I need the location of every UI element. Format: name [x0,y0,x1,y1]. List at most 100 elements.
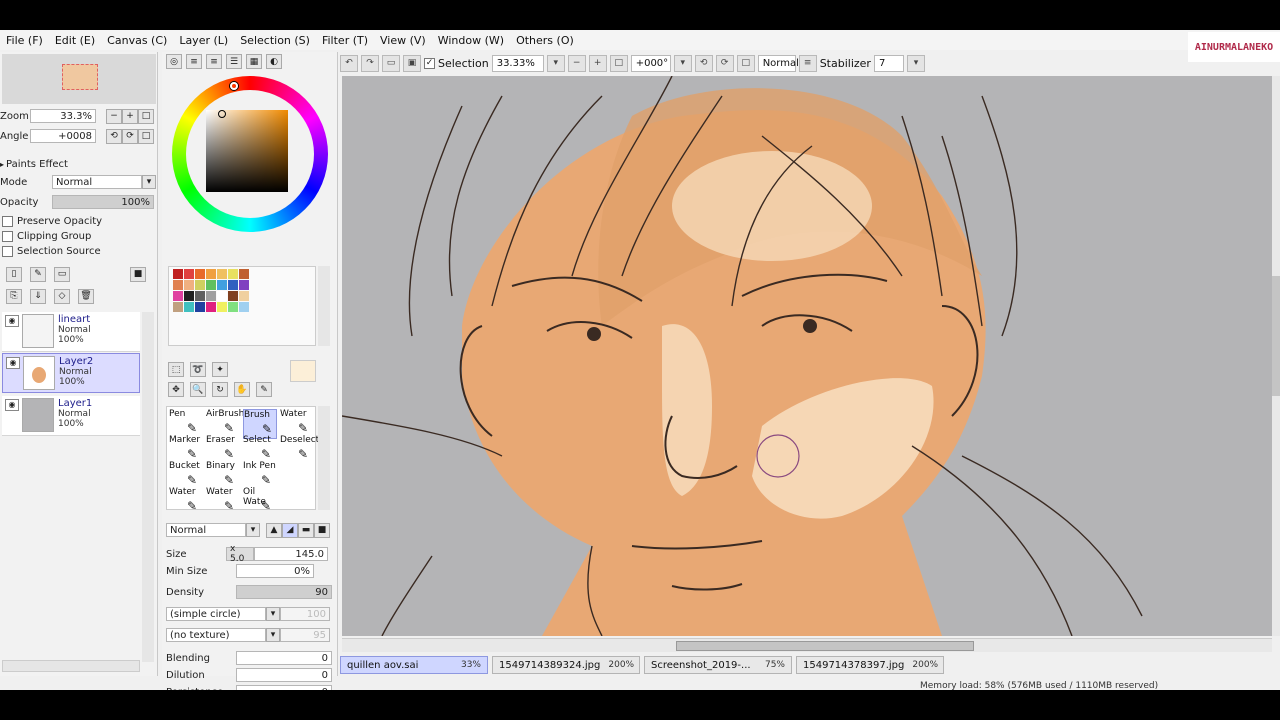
texture-dropdown-icon[interactable]: ▾ [266,628,280,642]
blending-slider[interactable]: 0 [236,651,332,665]
color-picker-handle[interactable] [218,110,226,118]
color-swatch[interactable] [228,280,238,290]
menu-file[interactable]: File (F) [0,34,49,47]
color-swatch[interactable] [184,269,194,279]
invert-selection-icon[interactable]: ▣ [403,54,421,72]
copy-layer-icon[interactable]: ⎘ [6,288,22,304]
new-linework-layer-icon[interactable]: ✎ [30,266,46,282]
menu-selection[interactable]: Selection (S) [234,34,316,47]
tab-screenshot[interactable]: Screenshot_2019-... 75% [644,656,792,674]
shape-amount[interactable]: 100 [280,607,330,621]
rect-select-icon[interactable]: ⬚ [168,362,184,377]
hand-icon[interactable]: ✋ [234,382,250,397]
zoom-reset-icon[interactable]: □ [609,54,628,72]
layer-lineart[interactable]: ◉ lineart Normal 100% [2,312,140,352]
color-swatch[interactable] [173,302,183,312]
angle-dropdown-icon[interactable]: ▾ [673,54,692,72]
layer-menu-icon[interactable]: ■ [130,266,146,282]
saturation-value-square[interactable] [206,110,288,192]
stabilizer-dropdown-icon[interactable]: ▾ [906,54,925,72]
hue-handle[interactable] [230,82,238,90]
menu-view[interactable]: View (V) [374,34,432,47]
brush-tool-oil-wate[interactable]: Oil Wate ✎ [243,487,277,517]
menu-others[interactable]: Others (O) [510,34,580,47]
color-swatch[interactable] [195,269,205,279]
vertical-scroll-thumb[interactable] [1272,276,1280,396]
color-swatch[interactable] [239,302,249,312]
min-size-slider[interactable]: 0% [236,564,314,578]
mode-dropdown-icon[interactable]: ▾ [142,175,156,189]
zoom-plus-icon[interactable]: + [122,108,138,124]
color-swatch[interactable] [195,291,205,301]
magic-wand-icon[interactable]: ✦ [212,362,228,377]
color-swatch[interactable] [173,280,183,290]
color-swatch[interactable] [228,302,238,312]
brush-grid-scrollbar[interactable] [318,406,330,510]
shape-dropdown-icon[interactable]: ▾ [266,607,280,621]
deselect-icon[interactable]: ▭ [382,54,400,72]
layer-list-scrollbar[interactable] [142,312,154,662]
mixer-tab-icon[interactable]: ☰ [226,54,242,69]
opacity-slider[interactable]: 100% [52,195,154,209]
color-swatch[interactable] [173,269,183,279]
menu-edit[interactable]: Edit (E) [49,34,101,47]
hsv-slider-tab-icon[interactable]: ≡ [206,54,222,69]
zoom-select[interactable]: 33.33% [491,54,544,72]
color-swatch[interactable] [184,280,194,290]
scratchpad-tab-icon[interactable]: ◐ [266,54,282,69]
merge-down-icon[interactable]: ⇓ [30,288,46,304]
zoom-fit-icon[interactable]: □ [138,108,154,124]
stabilizer-select[interactable]: 7 [873,54,904,72]
rotate-reset-icon[interactable]: □ [736,54,755,72]
color-swatch[interactable] [217,269,227,279]
move-icon[interactable]: ✥ [168,382,184,397]
color-swatch[interactable] [195,302,205,312]
texture-amount[interactable]: 95 [280,628,330,642]
size-slider[interactable]: 145.0 [254,547,328,561]
color-swatch[interactable] [239,291,249,301]
color-swatch[interactable] [217,291,227,301]
canvas-vertical-scrollbar[interactable] [1272,76,1280,636]
zoom-tool-icon[interactable]: 🔍 [190,382,206,397]
menu-canvas[interactable]: Canvas (C) [101,34,173,47]
color-swatch[interactable] [228,269,238,279]
color-wheel-tab-icon[interactable]: ◎ [166,54,182,69]
rotate-left-icon[interactable]: ⟲ [694,54,713,72]
undo-icon[interactable]: ↶ [340,54,358,72]
color-swatch[interactable] [184,291,194,301]
brush-blend-dropdown-icon[interactable]: ▾ [246,523,260,537]
swatch-grid[interactable] [168,266,316,346]
brush-shape-flat-icon[interactable]: ■ [314,522,330,538]
brush-shape-medium-icon[interactable]: ◢ [282,522,298,538]
visibility-eye-icon[interactable]: ◉ [5,315,19,327]
brush-shape-soft-icon[interactable]: ▬ [298,522,314,538]
color-swatch[interactable] [239,269,249,279]
expand-icon[interactable]: ▸ [0,160,4,169]
tab-quillen[interactable]: quillen aov.sai 33% [340,656,488,674]
rotate-right-icon[interactable]: ⟳ [715,54,734,72]
color-swatch[interactable] [217,302,227,312]
dilution-slider[interactable]: 0 [236,668,332,682]
drawing-canvas[interactable] [342,76,1272,636]
color-swatch[interactable] [239,280,249,290]
brush-texture-select[interactable]: (no texture) [166,628,266,642]
layer-mode-select[interactable]: Normal [52,175,142,189]
rotate-cw-icon[interactable]: ⟳ [122,128,138,144]
color-swatch[interactable] [184,302,194,312]
color-wheel[interactable] [172,76,328,232]
preserve-opacity-checkbox[interactable] [2,215,13,227]
new-folder-icon[interactable]: ▭ [54,266,70,282]
rotate-tool-icon[interactable]: ↻ [212,382,228,397]
visibility-eye-icon[interactable]: ◉ [5,399,19,411]
brush-shape-select[interactable]: (simple circle) [166,607,266,621]
brush-tool-water[interactable]: Water ✎ [206,487,240,517]
zoom-dropdown-icon[interactable]: ▾ [546,54,565,72]
selection-source-checkbox[interactable] [2,245,13,257]
delete-layer-icon[interactable]: 🗑 [78,288,94,304]
menu-filter[interactable]: Filter (T) [316,34,374,47]
layer-layer2[interactable]: ◉ Layer2 Normal 100% [2,353,140,393]
color-swatch[interactable] [173,291,183,301]
rgb-slider-tab-icon[interactable]: ≡ [186,54,202,69]
size-multiplier[interactable]: x 5.0 [226,544,254,564]
color-swatch[interactable] [206,269,216,279]
